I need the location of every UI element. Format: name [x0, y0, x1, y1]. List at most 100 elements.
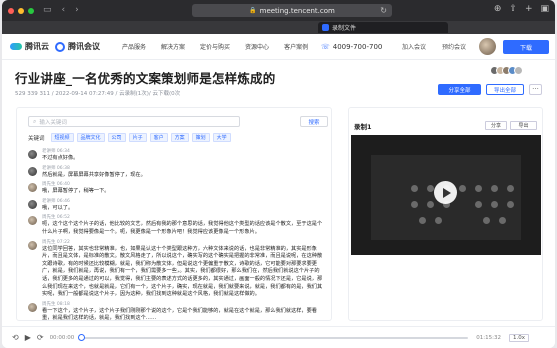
transcript-panel: ⌕ 输入关键词 搜索 关键词 短视频 品牌文化 公司 片子 客户 方案 策划 大… — [16, 107, 332, 321]
nav-link-solutions[interactable]: 解决方案 — [161, 42, 185, 51]
progress-track[interactable] — [78, 333, 469, 341]
schedule-meeting-link[interactable]: 预约会议 — [442, 42, 466, 51]
keyword-search-input[interactable]: ⌕ 输入关键词 — [28, 116, 240, 127]
nav-link-cases[interactable]: 客户案例 — [284, 42, 308, 51]
speaker-avatar — [28, 150, 37, 159]
transcript-entry[interactable]: 老讲师 06:34 不过有点好像。 — [28, 149, 326, 163]
participant-avatars[interactable] — [490, 66, 523, 75]
forward-icon[interactable]: ⟳ — [37, 333, 44, 342]
brand-cloud-text: 腾讯云 — [25, 42, 49, 51]
keyword-tag[interactable]: 品牌文化 — [76, 133, 105, 142]
keywords-label: 关键词 — [28, 135, 45, 142]
keyword-tag[interactable]: 客户 — [149, 133, 168, 142]
play-pause-icon[interactable]: ▶ — [25, 333, 31, 342]
speaker-avatar — [28, 166, 37, 176]
nav-link-pricing[interactable]: 定价与购买 — [200, 42, 230, 51]
new-tab-icon[interactable]: + — [525, 4, 533, 14]
tab-title: 录制文件 — [332, 25, 357, 32]
meeting-logo-icon — [55, 41, 65, 52]
keyword-tag[interactable]: 策划 — [191, 133, 210, 142]
recording-share-button[interactable]: 分享 — [485, 121, 507, 130]
share-icon[interactable]: ⇧ — [509, 4, 517, 14]
speaker-avatar — [28, 240, 37, 250]
keyword-tag[interactable]: 方案 — [170, 133, 189, 142]
transcript-entry[interactable]: 老讲师 06:46 哦，可以了。 — [28, 199, 326, 213]
play-button[interactable] — [434, 181, 457, 204]
keyword-tag[interactable]: 片子 — [128, 133, 147, 142]
minimize-window-dot[interactable] — [18, 7, 24, 14]
reload-icon[interactable]: ↻ — [380, 6, 387, 15]
entry-body: 老讲师 06:38 然后就是，屏幕屏幕共享好像暂停了，现在。 — [42, 166, 326, 180]
video-player[interactable] — [351, 135, 541, 255]
user-avatar[interactable] — [479, 38, 496, 55]
progress-knob[interactable] — [78, 333, 86, 341]
download-button[interactable]: 下载 — [503, 40, 549, 54]
entry-body: 老讲师 06:46 哦，可以了。 — [42, 199, 326, 213]
transcript-text: 不过有点好像。 — [42, 155, 79, 161]
transcript-entry[interactable]: 老讲师 06:38 然后就是，屏幕屏幕共享好像暂停了，现在。 — [28, 166, 326, 180]
entry-body: 老讲师 06:34 不过有点好像。 — [42, 149, 326, 163]
recording-header: 行业讲座_一名优秀的文案策划师是怎样炼成的 529 339 311 / 2022… — [2, 60, 555, 104]
tabs-overview-icon[interactable]: ▣ — [540, 4, 549, 14]
address-bar[interactable]: 🔒 meeting.tencent.com ↻ — [192, 4, 392, 17]
lock-icon: 🔒 — [249, 7, 257, 14]
phone-contact: ☏ 4009-700-700 — [321, 43, 382, 51]
brand-meeting-text: 腾讯会议 — [68, 42, 100, 51]
speaker-avatar — [28, 183, 37, 193]
tab-strip: 录制文件 — [2, 21, 555, 34]
transcript-entry[interactable]: 周先生 06:52 呃，这个这个这个片子的话，他比较的文艺，然后有我的那个意思的话… — [28, 215, 326, 236]
brand-logo[interactable]: 腾讯云 腾讯会议 — [10, 41, 100, 52]
search-placeholder: 输入关键词 — [39, 119, 67, 126]
transcript-text: 然后就是，屏幕屏幕共享好像暂停了，现在。 — [42, 171, 146, 178]
phone-number: 4009-700-700 — [332, 42, 383, 51]
nav-link-resources[interactable]: 资源中心 — [245, 42, 269, 51]
recording-panel: 录制1 分享 导出 — [348, 107, 543, 321]
play-icon — [442, 187, 451, 198]
download-icon[interactable]: ⊕ — [494, 4, 502, 14]
transcript-entry[interactable]: 周先生 06:40 哦，屏幕暂停了，稍等一下。 — [28, 182, 326, 196]
transcript-list: 老讲师 06:34 不过有点好像。 老讲师 06:38 然后就是，屏幕屏幕共享好像暂停… — [28, 149, 326, 321]
more-options-button[interactable]: ··· — [529, 84, 542, 95]
main-content: ⌕ 输入关键词 搜索 关键词 短视频 品牌文化 公司 片子 客户 方案 策划 大… — [16, 107, 543, 321]
rewind-icon[interactable]: ⟲ — [12, 333, 19, 342]
transcript-entry[interactable]: 周先生 07:22 这位同学回答，其实也非常精准，也，如果是认这十个类型跟这种方，… — [28, 240, 326, 299]
join-meeting-link[interactable]: 加入会议 — [402, 42, 426, 51]
keyword-tag[interactable]: 公司 — [107, 133, 126, 142]
cloud-logo-icon — [10, 43, 22, 50]
search-button[interactable]: 搜索 — [300, 116, 328, 127]
keyword-row: 关键词 短视频 品牌文化 公司 片子 客户 方案 策划 大学 — [28, 133, 231, 142]
maximize-window-dot[interactable] — [28, 7, 34, 14]
back-icon[interactable]: ‹ — [62, 6, 66, 15]
transcript-text: 哦，可以了。 — [42, 204, 74, 211]
phone-icon: ☏ — [321, 42, 330, 51]
speaker-avatar — [28, 199, 37, 209]
tab-recording[interactable]: 录制文件 — [318, 22, 448, 33]
entry-body: 周先生 08:18 看一下这个，这个片子，这个片子我们刚刚那个说的这个，它是个我们… — [42, 302, 326, 321]
share-all-button[interactable]: 分享全部 — [438, 84, 481, 95]
transcript-text: 这位同学回答，其实也非常精准，也，如果是认这十个类型跟这种方，六种文体来说的话，… — [42, 245, 323, 298]
video-participant-grid — [411, 185, 521, 225]
close-window-dot[interactable] — [8, 7, 14, 14]
transcript-text: 看一下这个，这个片子，这个片子我们刚刚那个说的这个，它是个我们能够的，就是在这个… — [42, 307, 317, 321]
keyword-tag[interactable]: 短视频 — [50, 133, 74, 142]
sidebar-icon[interactable]: ▭ — [43, 6, 52, 15]
keyword-tag[interactable]: 大学 — [212, 133, 231, 142]
recording-meta: 529 339 311 / 2022-09-14 07:27:49 / 云录制(… — [15, 91, 181, 97]
speaker-avatar — [28, 216, 37, 226]
transcript-text: 呃，这个这个这个片子的话，他比较的文艺，然后有我的那个意思的话，我觉得他这个类型… — [42, 221, 323, 235]
browser-actions: ⊕ ⇧ + ▣ — [494, 4, 549, 14]
site-header: 腾讯云 腾讯会议 产品服务 解决方案 定价与购买 资源中心 客户案例 ☏ 400… — [2, 34, 555, 60]
recording-export-button[interactable]: 导出 — [510, 121, 537, 130]
search-row: ⌕ 输入关键词 — [28, 116, 240, 127]
transcript-entry[interactable]: 周先生 08:18 看一下这个，这个片子，这个片子我们刚刚那个说的这个，它是个我们… — [28, 302, 326, 321]
current-time: 00:00:00 — [49, 334, 75, 341]
playback-bar: ⟲ ▶ ⟳ 00:00:00 01:15:32 1.0x — [2, 326, 555, 348]
forward-icon[interactable]: › — [75, 6, 79, 15]
meeting-favicon-icon — [322, 24, 329, 31]
transcript-text: 哦，屏幕暂停了，稍等一下。 — [42, 188, 110, 195]
participant-avatar — [514, 66, 523, 75]
playback-speed[interactable]: 1.0x — [508, 333, 529, 342]
nav-link-products[interactable]: 产品服务 — [122, 42, 146, 51]
browser-toolbar: ▭ ‹ › 🔒 meeting.tencent.com ↻ ⊕ ⇧ + ▣ — [2, 0, 555, 21]
export-all-button[interactable]: 导出全部 — [486, 84, 524, 95]
